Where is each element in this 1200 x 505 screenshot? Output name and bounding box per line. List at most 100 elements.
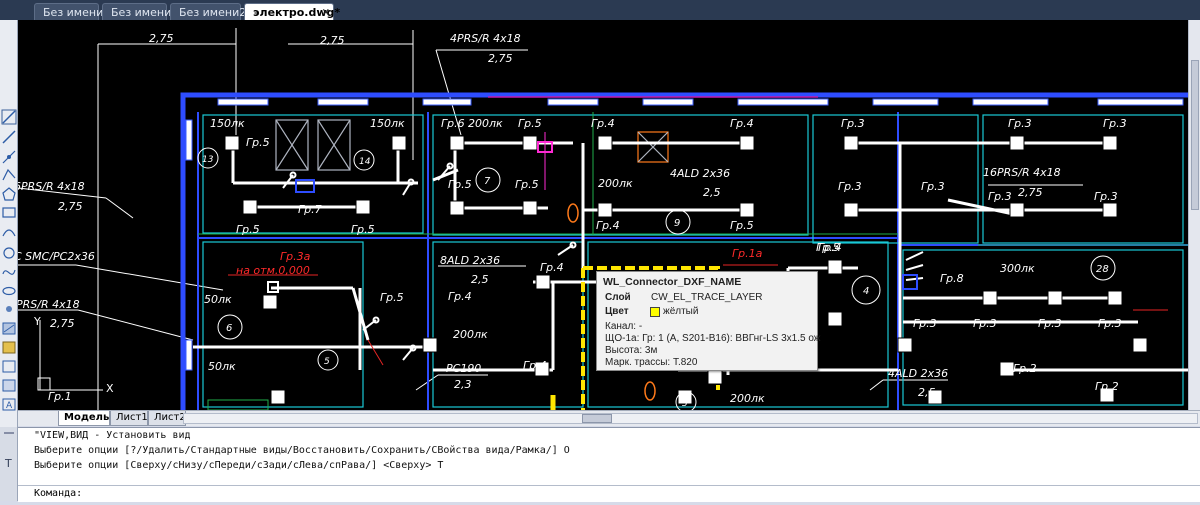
doc-tab-untitled0-b[interactable]: Без имени0 <box>102 3 178 20</box>
room-number: 14 <box>359 157 371 167</box>
vertical-scrollbar[interactable] <box>1188 20 1200 410</box>
command-window: "VIEW,ВИД - Установить вид Выберите опци… <box>18 427 1200 502</box>
group-text: Гр.5 <box>351 223 375 236</box>
group-text: Гр.8 <box>940 272 964 285</box>
fixture-text: 4ALD 2x36 <box>888 367 948 380</box>
group-text: Гр.2 <box>1095 380 1119 393</box>
group-text: Гр.5 <box>246 136 270 149</box>
lux-text: 300лк <box>1000 262 1035 275</box>
group-text-red: Гр.1а <box>732 247 763 260</box>
layout-tabs-row: Модель Лист1 Лист2 <box>18 410 1200 426</box>
command-window-icons: T <box>4 432 14 470</box>
room-number: 6 <box>226 323 232 334</box>
command-history-line: Выберите опции [?/Удалить/Стандартные ви… <box>34 445 570 456</box>
room-number: 28 <box>1096 264 1109 275</box>
ellipse-tool-icon[interactable] <box>2 286 16 296</box>
room-number: 3 <box>682 399 688 409</box>
table-tool-icon[interactable] <box>2 379 16 392</box>
group-text: Гр.2 <box>1013 362 1037 375</box>
group-text: Гр.5 <box>518 117 542 130</box>
rectangle-tool-icon[interactable] <box>2 207 16 218</box>
room-number: 7 <box>484 176 491 187</box>
command-window-handle[interactable]: T <box>0 427 18 501</box>
group-text: Гр.4 <box>818 241 842 254</box>
group-text: Гр.5 <box>515 178 539 191</box>
tooltip-height: Высота: 3м <box>605 345 658 356</box>
group-text: Гр.1 <box>48 390 72 403</box>
fixture-text: 2,5 <box>471 273 489 286</box>
close-icon[interactable]: × <box>322 4 330 21</box>
layout-tab-sheet2[interactable]: Лист2 <box>148 411 186 426</box>
lux-text: 200лк <box>730 392 765 405</box>
doc-tab-untitled2[interactable]: Без имени2* <box>170 3 252 20</box>
tooltip-title: WL_Connector_DXF_NAME <box>603 276 742 288</box>
tooltip-channel: Канал: - <box>605 321 643 332</box>
toolbar-icons: A <box>1 109 17 411</box>
fixture-text: 4PRS/R 4x18 <box>450 32 521 45</box>
room-number: 13 <box>202 155 214 165</box>
command-history-line: "VIEW,ВИД - Установить вид <box>34 430 191 441</box>
polyline-tool-icon[interactable] <box>2 130 16 144</box>
text-icon: T <box>4 457 12 470</box>
group-text: Гр.3 <box>921 180 945 193</box>
group-text: Гр.3 <box>1098 317 1122 330</box>
horizontal-scrollbar-thumb[interactable] <box>582 414 612 423</box>
vertical-scrollbar-thumb[interactable] <box>1191 60 1199 210</box>
layout-tab-label: Лист2 <box>154 412 186 423</box>
note-text-red: на отм.0,000 <box>236 264 310 277</box>
room-number: 9 <box>674 218 680 229</box>
ray-tool-icon[interactable] <box>2 150 16 164</box>
group-text: Гр.4 <box>448 290 472 303</box>
group-text: Гр.6 <box>441 117 465 130</box>
group-text-red: Гр.3а <box>280 250 311 263</box>
horizontal-scrollbar[interactable] <box>183 413 1198 424</box>
layout-tab-label: Модель <box>64 412 110 423</box>
group-text: Гр.3 <box>1103 117 1127 130</box>
fixture-text: C SMC/PC2x36 <box>18 250 95 263</box>
fixture-text: 4ALD 2x36 <box>670 167 730 180</box>
fixture-text: 2,5 <box>918 386 936 399</box>
color-swatch <box>650 307 660 317</box>
layout-tab-sheet1[interactable]: Лист1 <box>110 411 148 426</box>
point-tool-icon[interactable] <box>6 306 12 312</box>
doc-tab-label: Без имени0 <box>43 6 111 19</box>
group-text: Гр.4 <box>523 359 547 372</box>
room-number: 5 <box>324 357 330 367</box>
tooltip-color-key: Цвет <box>605 306 629 317</box>
layout-tab-model[interactable]: Модель <box>58 411 110 426</box>
fixture-text: 2,3 <box>454 378 472 391</box>
arc2-tool-icon[interactable] <box>2 229 16 237</box>
command-history-line: Выберите опции [Сверху/сНизу/сПереди/сЗа… <box>34 460 444 471</box>
spline-tool-icon[interactable] <box>2 269 16 275</box>
group-text: Гр.4 <box>596 219 620 232</box>
fixture-text: 2,75 <box>320 34 345 47</box>
doc-tab-label: Без имени0 <box>111 6 179 19</box>
command-input[interactable] <box>98 487 1188 500</box>
lux-text: 50лк <box>208 360 236 373</box>
command-prompt-row: Команда: <box>18 485 1200 502</box>
group-text: Гр.5 <box>236 223 260 236</box>
group-text: Гр.3 <box>838 180 862 193</box>
doc-tab-untitled0[interactable]: Без имени0 <box>34 3 110 20</box>
room-number: 4 <box>863 286 869 297</box>
arc-tool-icon[interactable] <box>2 168 16 181</box>
group-text: Гр.4 <box>730 117 754 130</box>
tooltip-color-value: жёлтый <box>663 306 699 317</box>
doc-tab-elektro[interactable]: электро.dwg* × <box>244 3 340 21</box>
group-text: Гр.3 <box>1038 317 1062 330</box>
ucs-x-label: X <box>106 382 114 395</box>
gradient-tool-icon[interactable] <box>2 341 16 354</box>
fixture-text: 8ALD 2x36 <box>440 254 500 267</box>
group-text: Гр.3 <box>1094 190 1118 203</box>
fixture-text: 16PRS/R 4x18 <box>983 166 1061 179</box>
ucs-y-label: Y <box>33 315 41 328</box>
region-tool-icon[interactable] <box>2 360 16 373</box>
fixture-text: PC190 <box>446 362 481 375</box>
fixture-text: PRS/R 4x18 <box>18 298 80 311</box>
circle-tool-icon[interactable] <box>3 247 15 259</box>
drawing-canvas[interactable]: 2,75 2,75 4PRS/R 4x18 2,75 150лк 150лк Г… <box>18 20 1188 410</box>
polygon-tool-icon[interactable] <box>2 187 16 201</box>
group-text: Гр.5 <box>448 178 472 191</box>
fixture-text: 2,75 <box>58 200 83 213</box>
lux-text: 200лк <box>468 117 503 130</box>
